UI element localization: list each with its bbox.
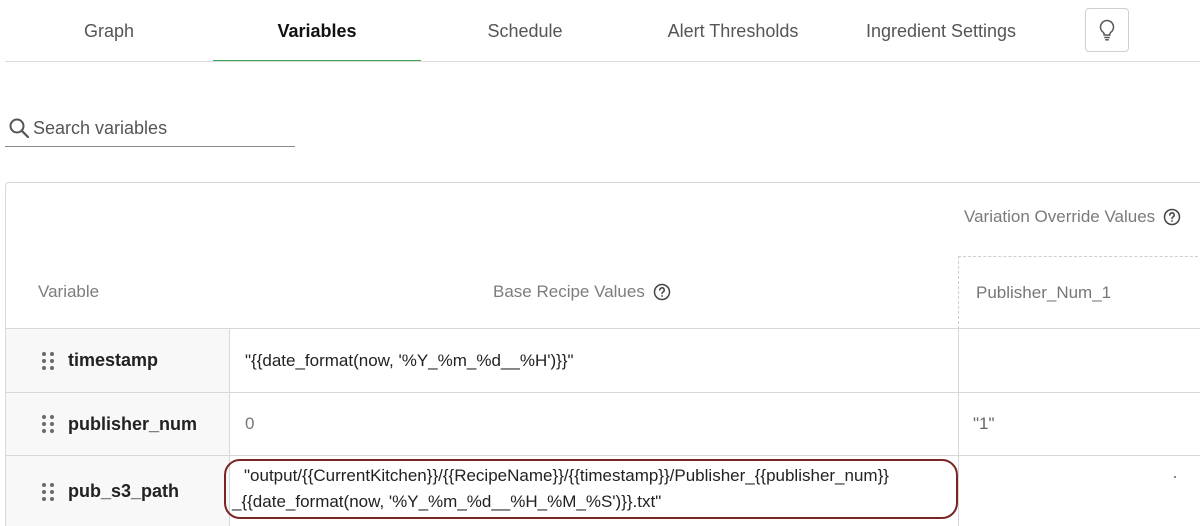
drag-handle-icon[interactable]: [42, 351, 54, 370]
variable-name: pub_s3_path: [68, 481, 180, 501]
base-value-line-1: "output/{{CurrentKitchen}}/{{RecipeName}…: [244, 466, 889, 485]
column-header-override[interactable]: Publisher_Num_1: [958, 256, 1200, 329]
base-value-cell[interactable]: 0: [230, 393, 959, 455]
search-input[interactable]: [31, 117, 286, 139]
base-value-cell[interactable]: "{{date_format(now, '%Y_%m_%d__%H')}}": [230, 329, 959, 392]
drag-handle-icon[interactable]: [42, 482, 54, 501]
help-icon[interactable]: [653, 283, 671, 301]
variation-override-header: Variation Override Values: [964, 207, 1181, 227]
variable-name: timestamp: [68, 350, 159, 370]
column-header-variable: Variable: [38, 282, 99, 302]
base-value: 0: [245, 414, 255, 433]
variable-name-cell: timestamp: [6, 329, 230, 392]
tab-graph[interactable]: Graph: [5, 0, 213, 62]
search-field: [5, 110, 295, 147]
tab-schedule[interactable]: Schedule: [421, 0, 629, 62]
column-label-override: Publisher_Num_1: [976, 283, 1112, 302]
tab-bar: Graph Variables Schedule Alert Threshold…: [0, 0, 1200, 62]
highlighted-value-box[interactable]: "output/{{CurrentKitchen}}/{{RecipeName}…: [224, 459, 958, 519]
cursor-dot: [1174, 476, 1176, 478]
table-row: pub_s3_path "output/{{CurrentKitchen}}/{…: [6, 455, 1200, 526]
table-row: timestamp "{{date_format(now, '%Y_%m_%d_…: [6, 328, 1200, 392]
variable-name-cell: publisher_num: [6, 393, 230, 455]
table-row: publisher_num 0 "1": [6, 392, 1200, 455]
tab-bar-divider: [5, 61, 1200, 62]
override-value-cell[interactable]: [959, 329, 1200, 392]
variable-name-cell: pub_s3_path: [6, 456, 230, 526]
base-value: "{{date_format(now, '%Y_%m_%d__%H')}}": [245, 350, 574, 370]
override-value-cell[interactable]: [959, 456, 1200, 526]
override-value-cell[interactable]: "1": [959, 393, 1200, 455]
column-label-base: Base Recipe Values: [493, 282, 645, 301]
tips-button[interactable]: [1085, 8, 1129, 52]
drag-handle-icon[interactable]: [42, 415, 54, 433]
help-icon[interactable]: [1163, 208, 1181, 226]
search-icon: [7, 116, 31, 140]
variation-override-label: Variation Override Values: [964, 207, 1156, 226]
tab-ingredient-settings[interactable]: Ingredient Settings: [837, 0, 1045, 62]
tab-variables[interactable]: Variables: [213, 0, 421, 62]
tab-alert-thresholds[interactable]: Alert Thresholds: [629, 0, 837, 62]
variables-table: Variation Override Values Variable Base …: [5, 182, 1200, 526]
column-label-variable: Variable: [38, 282, 100, 301]
variable-name: publisher_num: [68, 413, 198, 434]
override-value: "1": [973, 414, 995, 433]
column-header-base: Base Recipe Values: [493, 282, 671, 302]
lightbulb-icon: [1099, 19, 1115, 41]
base-value-line-2: _{{date_format(now, '%Y_%m_%d__%H_%M_%S'…: [232, 492, 662, 511]
